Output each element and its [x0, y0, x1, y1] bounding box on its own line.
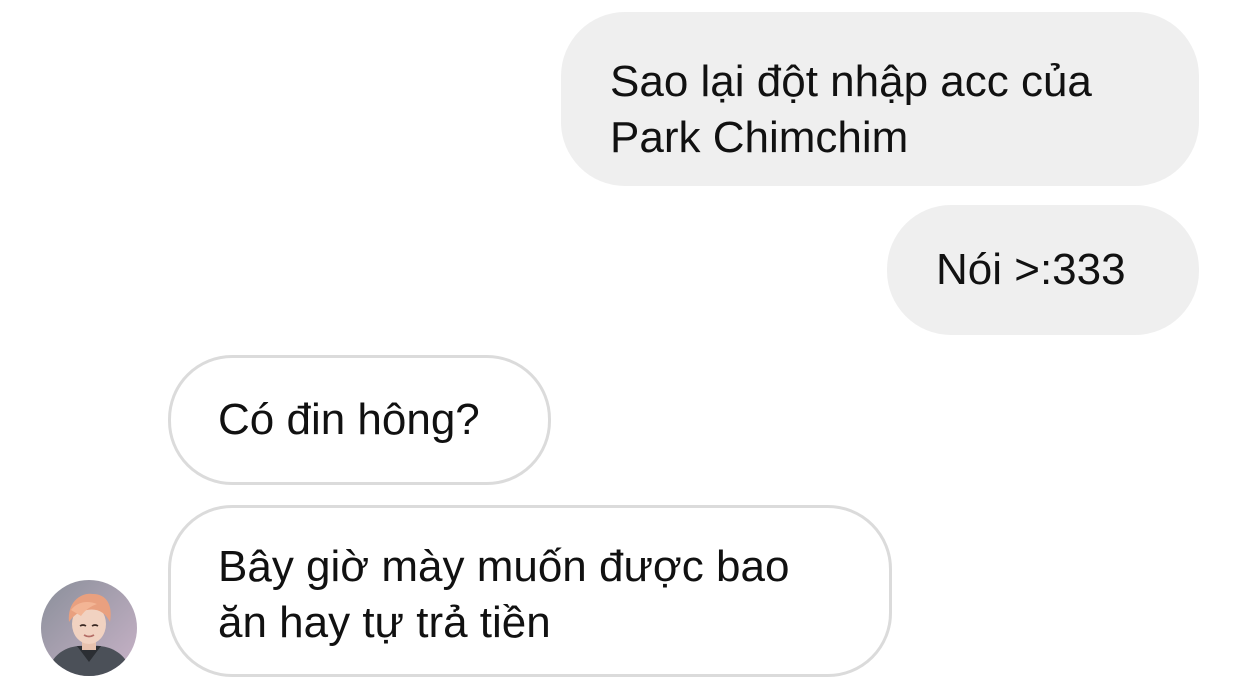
incoming-message-bubble[interactable]: Có đin hông?	[168, 355, 551, 485]
message-text-line: Nói >:333	[936, 245, 1126, 294]
outgoing-message-bubble[interactable]: Nói >:333	[887, 205, 1199, 335]
message-text-line: Có đin hông?	[218, 395, 480, 444]
message-text-line: Park Chimchim	[610, 113, 909, 162]
contact-avatar-photo-icon	[41, 580, 137, 676]
contact-avatar[interactable]	[41, 580, 137, 676]
message-text-line: Sao lại đột nhập acc của	[610, 57, 1092, 106]
message-text-line: Bây giờ mày muốn được bao	[218, 542, 790, 591]
incoming-message-bubble[interactable]: Bây giờ mày muốn được bao ăn hay tự trả …	[168, 505, 892, 677]
message-text-line: ăn hay tự trả tiền	[218, 598, 551, 647]
outgoing-message-bubble[interactable]: Sao lại đột nhập acc của Park Chimchim	[561, 12, 1199, 186]
